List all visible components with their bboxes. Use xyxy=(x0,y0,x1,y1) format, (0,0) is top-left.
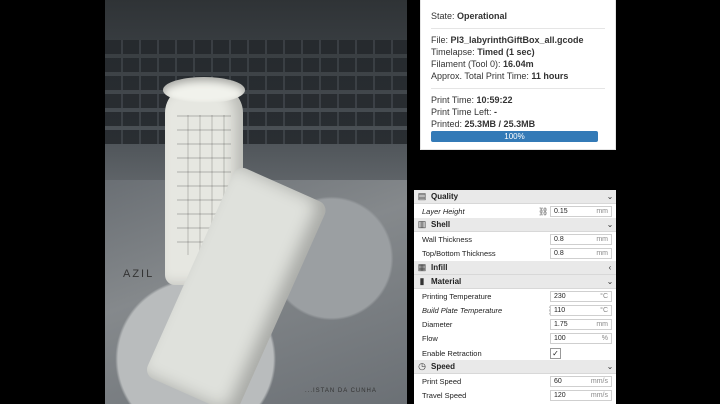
wall-thickness-input[interactable]: 0.8 mm xyxy=(550,233,612,245)
setting-wall-thickness: Wall Thickness 0.8 mm xyxy=(414,232,616,246)
setting-build-plate-temperature: Build Plate Temperature ⛓ 110°C xyxy=(414,303,616,317)
travel-speed-input[interactable]: 120 mm/s xyxy=(550,390,612,402)
section-infill[interactable]: ▦ Infill ‹ xyxy=(414,260,616,275)
chevron-down-icon: ⌄ xyxy=(606,362,614,372)
timelapse-row: Timelapse: Timed (1 sec) xyxy=(431,47,535,57)
quality-icon: ▤ xyxy=(417,191,427,201)
section-material[interactable]: ▮ Material ⌄ xyxy=(414,274,616,289)
layer-height-input[interactable]: 0.15 mm xyxy=(550,205,612,217)
section-shell[interactable]: ▥ Shell ⌄ xyxy=(414,218,616,233)
check-icon: ✓ xyxy=(552,348,559,358)
file-row: File: PI3_labyrinthGiftBox_all.gcode xyxy=(431,35,584,45)
chevron-down-icon: ⌄ xyxy=(606,192,614,201)
shell-icon: ▥ xyxy=(417,219,427,230)
setting-flow: Flow 100% xyxy=(414,332,616,346)
material-icon: ▮ xyxy=(419,275,425,286)
diameter-input[interactable]: 1.75 mm xyxy=(550,319,612,331)
map-label: AZIL xyxy=(123,268,155,280)
time-left-row: Print Time Left: - xyxy=(431,107,498,117)
print-speed-input[interactable]: 60 mm/s xyxy=(550,376,612,388)
printer-status-panel: State: Operational File: PI3_labyrinthGi… xyxy=(420,0,616,150)
link-icon[interactable]: ⛓ xyxy=(538,207,548,216)
map-label-2: ...ISTAN DA CUNHA xyxy=(305,388,377,394)
progress-bar: 100% xyxy=(431,131,598,142)
printed-row: Printed: 25.3MB / 25.3MB xyxy=(431,119,536,129)
section-speed[interactable]: ◷ Speed ⌄ xyxy=(414,360,616,375)
setting-diameter: Diameter 1.75 mm xyxy=(414,317,616,331)
retraction-checkbox[interactable]: ✓ xyxy=(550,347,561,359)
state-value: Operational xyxy=(457,11,508,21)
section-quality[interactable]: ▤ Quality ⌄ xyxy=(414,190,616,204)
filament-row: Filament (Tool 0): 16.04m xyxy=(431,59,534,69)
print-photo: AZIL ...ISTAN DA CUNHA xyxy=(105,0,407,404)
printing-temperature-input[interactable]: 230 °C xyxy=(550,290,612,302)
chevron-down-icon: ⌄ xyxy=(606,276,614,286)
speed-icon: ◷ xyxy=(418,361,426,372)
print-time-row: Print Time: 10:59:22 xyxy=(431,95,513,105)
top-bottom-thickness-input[interactable]: 0.8 mm xyxy=(550,248,612,260)
setting-travel-speed: Travel Speed 120 mm/s xyxy=(414,389,616,403)
chevron-down-icon: ⌄ xyxy=(606,220,614,230)
flow-input[interactable]: 100% xyxy=(550,333,612,345)
approx-time-row: Approx. Total Print Time: 11 hours xyxy=(431,71,569,81)
setting-layer-height: Layer Height ⛓↺ 0.15mm xyxy=(414,204,616,218)
setting-print-speed: Print Speed 60 mm/s xyxy=(414,374,616,388)
infill-icon: ▦ xyxy=(417,261,427,272)
build-plate-temperature-input[interactable]: 110 °C xyxy=(550,304,612,316)
chevron-left-icon: ‹ xyxy=(608,262,612,272)
print-settings-panel: ▤ Quality ⌄ Layer Height ⛓↺ 0.15mm ▥ She… xyxy=(414,190,616,404)
setting-printing-temperature: Printing Temperature 230 °C xyxy=(414,289,616,303)
setting-enable-retraction: Enable Retraction ✓ xyxy=(414,346,616,360)
state-row: State: Operational xyxy=(431,11,508,21)
setting-top-bottom-thickness: Top/Bottom Thickness 0.8 mm xyxy=(414,247,616,261)
